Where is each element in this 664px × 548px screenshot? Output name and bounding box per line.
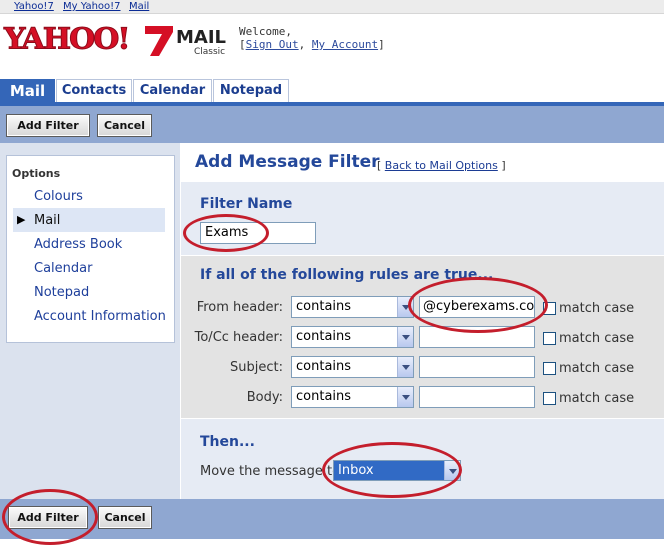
annotation-ring-from-value bbox=[408, 277, 548, 333]
options-item-colours[interactable]: Colours bbox=[34, 189, 83, 204]
sign-out-link[interactable]: Sign Out bbox=[246, 38, 299, 51]
annotation-ring-add-filter bbox=[2, 489, 98, 545]
operator-value: contains bbox=[296, 299, 352, 314]
options-item-mail[interactable]: Mail bbox=[34, 213, 60, 228]
rule-operator-body[interactable]: contains bbox=[291, 386, 414, 408]
bottom-toolbar: Add Filter Cancel bbox=[0, 499, 664, 539]
options-item-notepad[interactable]: Notepad bbox=[34, 285, 89, 300]
rule-operator-from[interactable]: contains bbox=[291, 296, 414, 318]
my-account-link[interactable]: My Account bbox=[312, 38, 378, 51]
bracket: ] bbox=[501, 159, 506, 172]
tab-mail[interactable]: Mail bbox=[0, 79, 55, 103]
match-case-checkbox-body[interactable] bbox=[543, 392, 556, 405]
rule-value-subject[interactable] bbox=[419, 356, 535, 378]
top-link-yahoo7[interactable]: Yahoo!7 bbox=[14, 1, 54, 12]
chevron-down-icon bbox=[397, 357, 413, 377]
top-link-mail[interactable]: Mail bbox=[129, 1, 149, 12]
welcome-block: Welcome, [Sign Out, My Account] bbox=[239, 25, 385, 51]
rule-operator-tocc[interactable]: contains bbox=[291, 326, 414, 348]
tab-calendar[interactable]: Calendar bbox=[133, 79, 212, 103]
rule-label-subject: Subject: bbox=[230, 360, 283, 375]
operator-value: contains bbox=[296, 389, 352, 404]
chevron-down-icon bbox=[397, 387, 413, 407]
rule-value-body[interactable] bbox=[419, 386, 535, 408]
back-to-mail-options-link[interactable]: Back to Mail Options bbox=[385, 159, 498, 172]
back-link-group: [ Back to Mail Options ] bbox=[377, 159, 506, 172]
tab-bar: Mail Contacts Calendar Notepad bbox=[0, 79, 664, 103]
add-filter-button-top[interactable]: Add Filter bbox=[6, 114, 90, 137]
match-case-checkbox-tocc[interactable] bbox=[543, 332, 556, 345]
chevron-down-icon bbox=[397, 327, 413, 347]
top-links-bar: Yahoo!7 My Yahoo!7 Mail bbox=[0, 0, 664, 14]
yahoo-mail-logo[interactable]: YAHOO! MAIL Classic bbox=[4, 24, 234, 60]
filter-name-label: Filter Name bbox=[200, 196, 293, 212]
match-case-label: match case bbox=[559, 331, 635, 346]
logo-product: MAIL bbox=[176, 27, 227, 48]
logo-brand: YAHOO! bbox=[4, 22, 132, 57]
operator-value: contains bbox=[296, 359, 352, 374]
logo-seven-icon bbox=[145, 26, 173, 56]
bracket: ] bbox=[378, 38, 385, 51]
tab-contacts[interactable]: Contacts bbox=[56, 79, 132, 103]
bracket: [ bbox=[377, 159, 382, 172]
options-item-account-information[interactable]: Account Information bbox=[34, 309, 166, 324]
match-case-label: match case bbox=[559, 301, 635, 316]
tab-notepad[interactable]: Notepad bbox=[213, 79, 289, 103]
match-case-label: match case bbox=[559, 391, 635, 406]
welcome-greeting: Welcome, bbox=[239, 25, 292, 38]
page-title: Add Message Filter bbox=[195, 152, 380, 172]
operator-value: contains bbox=[296, 329, 352, 344]
rule-label-body: Body: bbox=[246, 390, 283, 405]
top-link-my-yahoo7[interactable]: My Yahoo!7 bbox=[63, 1, 121, 12]
options-heading: Options bbox=[12, 167, 61, 180]
rule-operator-subject[interactable]: contains bbox=[291, 356, 414, 378]
match-case-checkbox-subject[interactable] bbox=[543, 362, 556, 375]
annotation-ring-inbox bbox=[322, 442, 462, 498]
cancel-button-bottom[interactable]: Cancel bbox=[98, 506, 152, 529]
annotation-ring-filter-name bbox=[183, 214, 269, 252]
cancel-button-top[interactable]: Cancel bbox=[97, 114, 152, 137]
options-item-calendar[interactable]: Calendar bbox=[34, 261, 92, 276]
rule-label-from: From header: bbox=[196, 300, 283, 315]
rule-label-tocc: To/Cc header: bbox=[194, 330, 283, 345]
options-item-address-book[interactable]: Address Book bbox=[34, 237, 122, 252]
match-case-label: match case bbox=[559, 361, 635, 376]
bracket: [ bbox=[239, 38, 246, 51]
comma: , bbox=[298, 38, 306, 51]
top-toolbar: Add Filter Cancel bbox=[0, 106, 664, 143]
selected-arrow-icon: ▶ bbox=[17, 213, 26, 226]
then-heading: Then... bbox=[200, 434, 255, 450]
logo-edition: Classic bbox=[194, 47, 226, 57]
welcome-links: [Sign Out, My Account] bbox=[239, 38, 385, 51]
